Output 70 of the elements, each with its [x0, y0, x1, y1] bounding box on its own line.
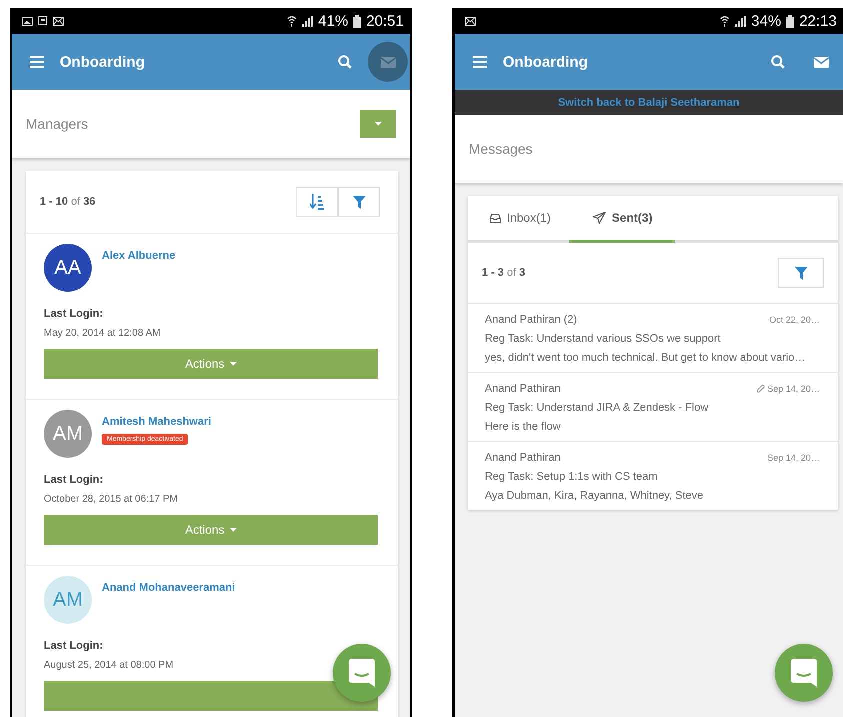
sim-notification-icon [38, 16, 48, 26]
section-title: Messages [469, 141, 533, 157]
menu-icon[interactable] [30, 56, 44, 68]
caret-icon [230, 362, 237, 366]
manager-name-link[interactable]: Anand Mohanaveeramani [102, 582, 236, 594]
manager-name-link[interactable]: Alex Albuerne [102, 250, 176, 262]
battery-percent: 34% [751, 12, 782, 30]
status-time: 22:13 [799, 12, 837, 30]
avatar-initials: AM [44, 410, 92, 458]
avatar-initials: AA [44, 244, 92, 292]
message-subject: Reg Task: Setup 1:1s with CS team [485, 471, 659, 483]
app-title: Onboarding [60, 54, 146, 70]
search-icon[interactable] [338, 55, 352, 69]
pagination-count: 1 - 10 of 36 [40, 196, 96, 208]
message-sender: Anand Pathiran [485, 383, 561, 395]
menu-icon[interactable] [473, 56, 487, 68]
battery-percent: 41% [318, 12, 348, 30]
caret-icon [230, 528, 237, 532]
paper-plane-icon [593, 212, 606, 224]
message-preview: Here is the flow [485, 421, 562, 433]
message-date: Sep 14, 20… [767, 453, 820, 463]
chat-bubble-icon [791, 659, 817, 687]
photo-notification-icon [22, 16, 33, 26]
filter-button[interactable] [778, 258, 824, 288]
actions-button[interactable]: Actions [44, 515, 378, 545]
manager-name-link[interactable]: Amitesh Maheshwari [102, 416, 212, 428]
last-login-date: May 20, 2014 at 12:08 AM [44, 328, 162, 339]
caret-icon [374, 122, 382, 126]
message-sender: Anand Pathiran (2) [485, 314, 578, 326]
signal-icon [302, 16, 314, 26]
last-login-label: Last Login: [44, 308, 104, 320]
inbox-tray-icon [490, 214, 501, 222]
filter-icon [794, 266, 808, 280]
message-date: Oct 22, 20… [769, 315, 820, 325]
wifi-icon [720, 15, 730, 27]
last-login-label: Last Login: [44, 474, 104, 486]
actions-button[interactable]: Actions [44, 349, 378, 379]
section-title: Managers [26, 116, 88, 132]
mailbox-tab[interactable]: Sent(3) [569, 196, 675, 243]
pagination-count: 1 - 3 of 3 [482, 267, 526, 279]
status-time: 20:51 [366, 12, 404, 30]
battery-icon [353, 14, 362, 28]
mail-button[interactable] [368, 42, 408, 82]
last-login-date: August 25, 2014 at 08:00 PM [44, 660, 175, 671]
filter-button[interactable] [338, 187, 380, 217]
battery-icon [786, 14, 794, 28]
wifi-icon [287, 15, 298, 27]
message-preview: yes, didn't went too much technical. But get to know about vario… [485, 352, 807, 364]
sort-button[interactable] [296, 187, 338, 217]
search-icon[interactable] [771, 55, 785, 69]
app-title: Onboarding [503, 54, 589, 70]
mail-notification-icon [465, 16, 476, 26]
message-sender: Anand Pathiran [485, 452, 561, 464]
last-login-date: October 28, 2015 at 06:17 PM [44, 494, 179, 505]
message-date: Sep 14, 20… [767, 384, 820, 394]
mailbox-tab[interactable]: Inbox(1) [490, 196, 570, 243]
filter-icon [352, 196, 366, 208]
signal-icon [735, 16, 746, 26]
chat-button[interactable] [775, 644, 833, 702]
mail-icon [380, 56, 396, 68]
message-subject: Reg Task: Understand various SSOs we support [485, 333, 722, 345]
message-subject: Reg Task: Understand JIRA & Zendesk - Flow [485, 402, 710, 414]
mail-icon [814, 56, 828, 68]
last-login-label: Last Login: [44, 640, 104, 652]
message-preview: Aya Dubman, Kira, Rayanna, Whitney, Steve [485, 490, 704, 502]
paperclip-icon [757, 384, 766, 394]
sort-icon [310, 194, 324, 210]
mail-notification-icon [53, 16, 64, 26]
avatar-initials: AM [44, 576, 92, 624]
chat-bubble-icon [349, 659, 375, 687]
